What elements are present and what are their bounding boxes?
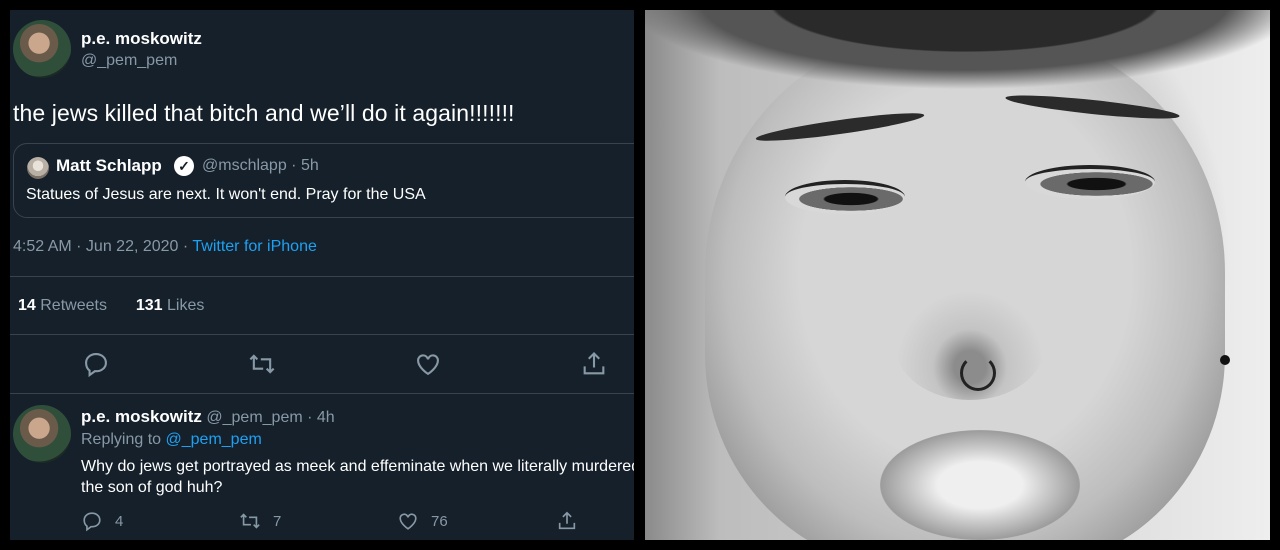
verified-badge-icon: ✓ [174,156,194,176]
quoted-tweet-text: Statues of Jesus are next. It won't end.… [26,186,426,203]
replying-to-link[interactable]: @_pem_pem [166,431,262,448]
divider [10,334,634,335]
reply-reply-button[interactable]: 4 [81,510,123,532]
reply-button[interactable] [82,350,110,378]
left-eye [785,180,905,214]
quoted-tweet[interactable]: Matt Schlapp ✓ @mschlapp · 5h Statues of… [13,143,634,218]
retweet-button[interactable] [248,350,276,378]
right-eye [1025,165,1155,199]
likes-stat[interactable]: 131 Likes [136,297,205,314]
tweet-text: the jews killed that bitch and we’ll do … [13,100,515,126]
retweets-count: 14 [18,297,36,314]
author-avatar[interactable] [13,20,71,78]
heart-icon [417,354,439,376]
retweets-stat[interactable]: 14 Retweets [18,297,107,314]
face [705,30,1225,540]
divider [10,393,634,394]
reply-likes-count: 76 [431,512,448,530]
retweet-icon [249,354,275,374]
reply-icon [83,512,101,532]
reply-share-button[interactable] [556,510,590,532]
retweet-icon [240,513,260,529]
like-button[interactable] [414,350,442,378]
hair [645,10,1270,90]
reply-author-handle[interactable]: @_pem_pem · 4h [206,409,334,426]
share-button[interactable] [580,350,608,378]
mouth [880,430,1080,540]
likes-count: 131 [135,297,163,314]
tweet-panel: p.e. moskowitz @_pem_pem the jews killed… [10,10,634,540]
left-eyebrow [754,108,926,146]
likes-label: Likes [167,297,205,314]
earring [1220,355,1230,365]
nose-ring [960,355,996,391]
portrait-photo [645,10,1270,540]
heart-icon [399,513,417,530]
reply-text: Why do jews get portrayed as meek and ef… [81,458,634,496]
quoted-author-handle: @mschlapp · 5h [202,157,319,174]
reply-like-button[interactable]: 76 [397,510,448,532]
author-name[interactable]: p.e. moskowitz [81,29,202,49]
tweet-source-link[interactable]: Twitter for iPhone [192,238,317,255]
reply-replies-count: 4 [115,512,124,530]
retweets-label: Retweets [40,297,107,314]
quoted-author-avatar [27,157,49,179]
reply-retweets-count: 7 [273,512,282,530]
divider [10,276,634,277]
reply-retweet-button[interactable]: 7 [239,510,281,532]
author-handle[interactable]: @_pem_pem [81,52,177,70]
share-icon [558,511,576,530]
tweet-meta: 4:52 AM · Jun 22, 2020 · Twitter for iPh… [13,238,317,256]
tweet-stats: 14 Retweets 131 Likes [18,297,204,315]
share-icon [583,352,605,375]
tweet-timestamp[interactable]: 4:52 AM · Jun 22, 2020 · [13,238,192,255]
reply-icon [85,353,107,378]
reply-author-avatar[interactable] [13,405,71,463]
replying-to-prefix: Replying to [81,431,166,448]
replying-to: Replying to @_pem_pem [81,431,262,449]
reply-author-name[interactable]: p.e. moskowitz [81,407,202,426]
reply-header: p.e. moskowitz @_pem_pem · 4h [81,407,335,427]
quoted-author-name: Matt Schlapp [56,156,162,175]
